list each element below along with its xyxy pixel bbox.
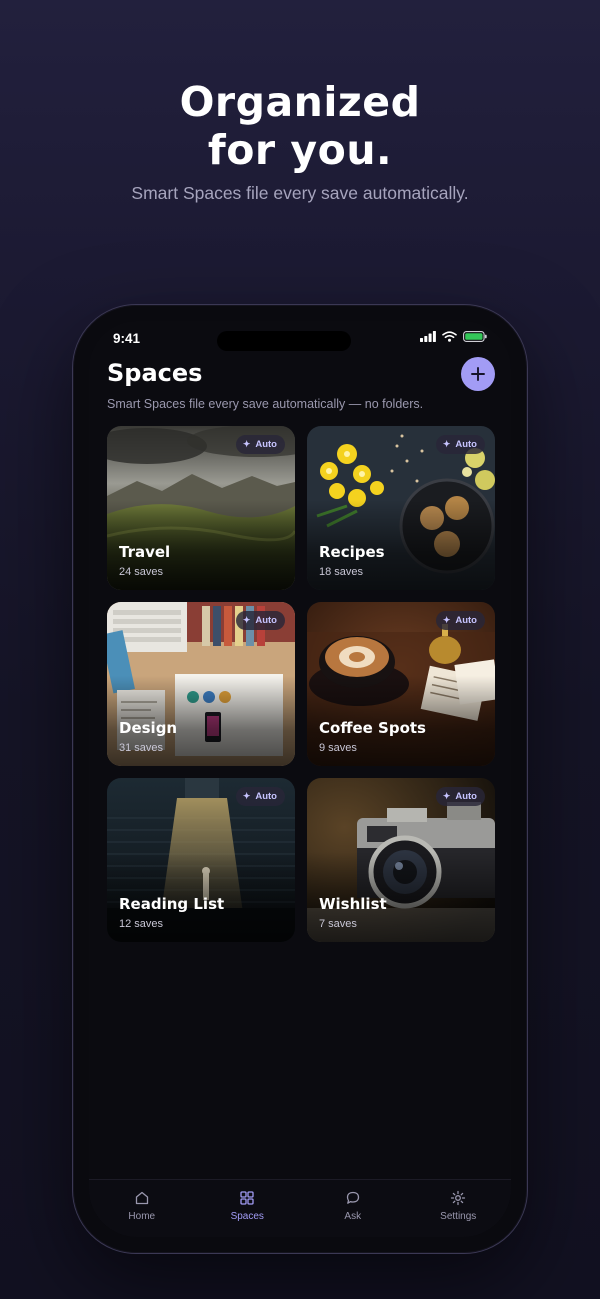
space-count: 24 saves (119, 566, 164, 578)
tab-home[interactable]: Home (89, 1180, 195, 1237)
tab-spaces[interactable]: Spaces (195, 1180, 301, 1237)
auto-badge: ✦ Auto (435, 611, 485, 630)
add-space-button[interactable] (461, 357, 495, 391)
wifi-icon (442, 331, 457, 342)
phone-screen: 9:41 Spaces Smart Spaces file every save… (89, 321, 511, 1237)
page-subtitle: Smart Spaces file every save automatical… (107, 397, 424, 411)
chat-bubble-icon (346, 1191, 359, 1204)
auto-badge: ✦ Auto (435, 435, 485, 454)
space-name: Coffee Spots (319, 719, 426, 737)
plus-icon (471, 367, 485, 381)
tab-ask[interactable]: Ask (300, 1180, 406, 1237)
grid-icon (240, 1191, 254, 1205)
cellular-signal-icon (420, 331, 436, 342)
sparkle-icon: ✦ (442, 615, 451, 625)
space-count: 9 saves (319, 742, 357, 754)
space-card-recipes[interactable]: ✦ Auto Recipes 18 saves (307, 426, 495, 590)
spaces-grid: ✦ Auto Travel 24 saves ✦ Auto Recipes 18… (107, 426, 495, 942)
hero-title-line-1: Organized (179, 78, 421, 126)
sparkle-icon: ✦ (442, 791, 451, 801)
tab-label: Ask (344, 1211, 362, 1222)
battery-icon (463, 331, 487, 342)
auto-badge: ✦ Auto (435, 787, 485, 806)
dynamic-island (217, 331, 351, 351)
space-count: 31 saves (119, 742, 164, 754)
sparkle-icon: ✦ (242, 615, 251, 625)
sparkle-icon: ✦ (442, 439, 451, 449)
space-card-travel[interactable]: ✦ Auto Travel 24 saves (107, 426, 295, 590)
space-name: Recipes (319, 543, 385, 561)
auto-badge: ✦ Auto (235, 435, 285, 454)
hero-title-line-2: for you. (207, 126, 393, 174)
space-name: Design (119, 719, 178, 737)
tab-settings[interactable]: Settings (406, 1180, 512, 1237)
tab-label: Home (128, 1211, 156, 1222)
home-icon (135, 1191, 148, 1205)
space-name: Wishlist (319, 895, 387, 913)
sparkle-icon: ✦ (242, 439, 251, 449)
hero-title: Organized for you. (0, 78, 600, 174)
tab-label: Spaces (230, 1211, 264, 1222)
hero-subtitle: Smart Spaces file every save automatical… (131, 183, 469, 203)
sparkle-icon: ✦ (242, 791, 251, 801)
space-name: Travel (119, 543, 171, 561)
space-count: 18 saves (319, 566, 364, 578)
status-time: 9:41 (113, 331, 141, 346)
status-icons (420, 331, 487, 342)
space-card-wishlist[interactable]: ✦ Auto Wishlist 7 saves (307, 778, 495, 942)
space-name: Reading List (119, 895, 225, 913)
auto-badge: ✦ Auto (235, 787, 285, 806)
space-card-design[interactable]: ✦ Auto Design 31 saves (107, 602, 295, 766)
auto-badge: ✦ Auto (235, 611, 285, 630)
space-count: 7 saves (319, 918, 357, 930)
tab-bar: Home Spaces Ask Settings (89, 1179, 511, 1237)
page-title: Spaces (107, 359, 203, 387)
space-card-coffee-spots[interactable]: ✦ Auto Coffee Spots 9 saves (307, 602, 495, 766)
gear-icon (451, 1190, 466, 1206)
phone-frame: 9:41 Spaces Smart Spaces file every save… (72, 304, 528, 1254)
space-card-reading-list[interactable]: ✦ Auto Reading List 12 saves (107, 778, 295, 942)
tab-label: Settings (440, 1211, 477, 1222)
space-count: 12 saves (119, 918, 164, 930)
